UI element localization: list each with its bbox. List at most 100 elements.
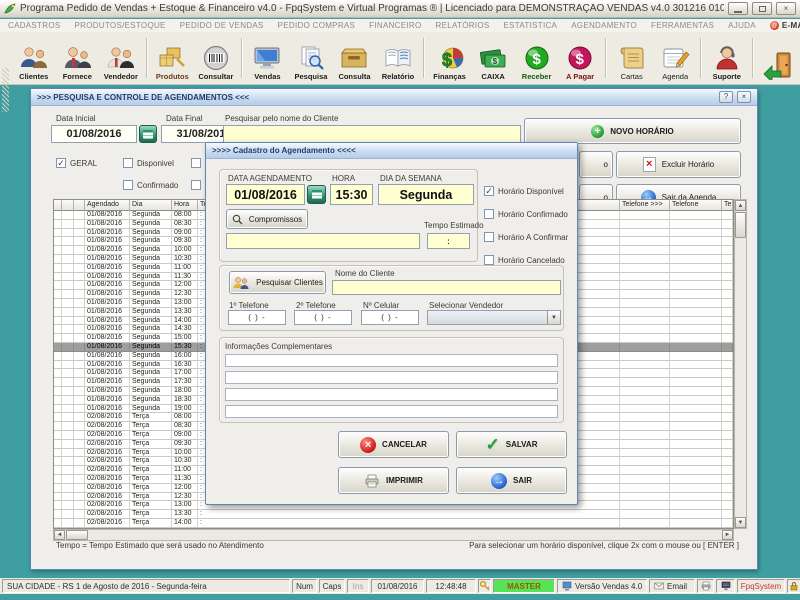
tempo-estimado-field[interactable]: : xyxy=(427,233,470,249)
minimize-button[interactable] xyxy=(728,2,748,15)
products-icon xyxy=(155,45,189,71)
horizontal-scrollbar[interactable]: ◄ ► xyxy=(53,529,734,541)
menu-item[interactable]: CADASTROS xyxy=(8,21,61,30)
window-close-button[interactable]: × xyxy=(737,91,751,103)
status-monitor[interactable] xyxy=(716,579,735,593)
toolbar-button-pesquisa[interactable]: Pesquisa xyxy=(289,34,333,82)
nome-cliente-field[interactable] xyxy=(332,280,561,295)
toolbar-button-relatorio[interactable]: Relatório xyxy=(376,34,420,82)
info-line-3[interactable] xyxy=(225,388,558,401)
table-row[interactable]: 02/08/2016Terça14:00: xyxy=(54,519,733,528)
status-time: 12:48:48 xyxy=(426,579,476,593)
checkbox-horario-confirmado[interactable]: Horário Confirmado xyxy=(484,209,568,219)
toolbar-button-a-pagar[interactable]: $ A Pagar xyxy=(558,34,602,82)
sair-button[interactable]: → SAIR xyxy=(456,467,567,494)
data-inicial-calendar-button[interactable] xyxy=(139,125,157,143)
compromissos-button[interactable]: Compromissos xyxy=(226,209,308,229)
toolbar-button-produtos[interactable]: Produtos xyxy=(151,34,195,82)
column-header-dia[interactable]: Dia xyxy=(130,200,172,211)
menu-item[interactable]: AJUDA xyxy=(728,21,756,30)
status-versao: Versão Vendas 4.0 xyxy=(557,579,647,593)
column-header-agendado[interactable]: Agendado xyxy=(85,200,130,211)
toolbar-button-receber[interactable]: $ Receber xyxy=(515,34,559,82)
tel2-field[interactable]: ( ) - xyxy=(294,310,352,325)
checkbox-horario-cancelado[interactable]: Horário Cancelado xyxy=(484,255,565,265)
info-line-2[interactable] xyxy=(225,371,558,384)
menu-item[interactable]: RELATÓRIOS xyxy=(436,21,490,30)
toolbar-button-financas[interactable]: $ Finanças xyxy=(428,34,472,82)
toolbar-button-vendas[interactable]: Vendas xyxy=(246,34,290,82)
toolbar-button-suporte[interactable]: Suporte xyxy=(705,34,749,82)
checkbox-horario-a-confirmar[interactable]: Horário A Confirmar xyxy=(484,232,568,242)
toolbar-button-consulta[interactable]: Consulta xyxy=(333,34,377,82)
email-icon: @ xyxy=(770,21,779,30)
toolbar-button-consultar[interactable]: Consultar xyxy=(194,34,238,82)
menu-item[interactable]: PEDIDO COMPRAS xyxy=(278,21,356,30)
toolbar-button-vendedor[interactable]: Vendedor xyxy=(99,34,143,82)
menu-item[interactable]: AGENDAMENTO xyxy=(571,21,637,30)
toolbar-button-agenda[interactable]: Agenda xyxy=(653,34,697,82)
checkbox-horario-disponivel[interactable]: ✓ Horário Disponível xyxy=(484,186,564,196)
scroll-up-icon[interactable]: ▲ xyxy=(735,200,746,211)
delete-icon: × xyxy=(643,157,656,172)
partially-hidden-button[interactable]: o xyxy=(579,151,613,178)
horizontal-scroll-thumb[interactable] xyxy=(66,530,88,540)
column-header-te[interactable]: Te xyxy=(722,200,733,211)
vendedor-label: Selecionar Vendedor xyxy=(429,301,503,310)
menu-item[interactable]: PRODUTOS/ESTOQUE xyxy=(75,21,166,30)
dialog-calendar-button[interactable] xyxy=(307,185,326,204)
toolbar-button-fornece[interactable]: Fornece xyxy=(56,34,100,82)
tel1-field[interactable]: ( ) - xyxy=(228,310,286,325)
vertical-scrollbar[interactable]: ▲ ▼ xyxy=(734,199,747,529)
compromissos-field[interactable] xyxy=(226,233,420,249)
menu-item[interactable]: ESTATISTICA xyxy=(504,21,558,30)
novo-horario-button[interactable]: + NOVO HORÁRIO xyxy=(524,118,741,144)
toolbar-button-caixa[interactable]: $ CAIXA xyxy=(471,34,515,82)
chevron-down-icon[interactable]: ▼ xyxy=(547,311,560,324)
scroll-right-icon[interactable]: ► xyxy=(722,530,733,540)
menu-item[interactable]: FINANCEIRO xyxy=(369,21,421,30)
close-button[interactable]: × xyxy=(776,2,796,15)
nome-cliente-label: Nome do Cliente xyxy=(335,269,395,278)
monitor-small-icon xyxy=(721,581,731,591)
excluir-horario-button[interactable]: × Excluir Horário xyxy=(616,151,741,178)
imprimir-button[interactable]: IMPRIMIR xyxy=(338,467,449,494)
data-agendamento-field[interactable]: 01/08/2016 xyxy=(226,184,305,205)
vendedor-select[interactable]: ▼ xyxy=(427,310,561,325)
column-header-telefone2[interactable]: Telefone xyxy=(670,200,722,211)
toolbar-button-clientes[interactable]: Clientes xyxy=(12,34,56,82)
hora-field[interactable]: 15:30 xyxy=(330,184,373,205)
menu-item-email[interactable]: @ E-MAIL xyxy=(770,21,800,30)
data-inicial-field[interactable]: 01/08/2016 xyxy=(51,125,137,143)
status-email[interactable]: Email xyxy=(649,579,695,593)
scroll-left-icon[interactable]: ◄ xyxy=(54,530,65,540)
column-header-hora[interactable]: Hora xyxy=(172,200,198,211)
scroll-down-icon[interactable]: ▼ xyxy=(735,517,746,528)
status-user: MASTER xyxy=(493,579,555,593)
restore-button[interactable] xyxy=(752,2,772,15)
svg-text:$: $ xyxy=(532,51,541,68)
info-line-1[interactable] xyxy=(225,354,558,367)
status-ins: Ins xyxy=(347,579,369,593)
help-button[interactable]: ? xyxy=(719,91,733,103)
celular-field[interactable]: ( ) - xyxy=(361,310,419,325)
toolbar-button-cartas[interactable]: Cartas xyxy=(610,34,654,82)
table-row[interactable]: 02/08/2016Terça13:30: xyxy=(54,510,733,519)
toolbar-button-sair-sistema[interactable] xyxy=(757,34,800,82)
info-line-4[interactable] xyxy=(225,405,558,418)
column-header-telefone1[interactable]: Telefone >>> xyxy=(620,200,670,211)
barcode-icon xyxy=(201,45,231,71)
clients-icon xyxy=(17,45,51,71)
status-printer[interactable] xyxy=(697,579,714,593)
cancelar-button[interactable]: × CANCELAR xyxy=(338,431,449,458)
dia-semana-field[interactable]: Segunda xyxy=(378,184,474,205)
checkbox-geral[interactable]: ✓ GERAL xyxy=(56,158,97,168)
vertical-scroll-thumb[interactable] xyxy=(735,212,746,238)
menu-item[interactable]: FERRAMENTAS xyxy=(651,21,714,30)
salvar-button[interactable]: ✓ SALVAR xyxy=(456,431,567,458)
checkbox-confirmado[interactable]: Confirmado xyxy=(123,180,178,190)
calendar-icon xyxy=(312,190,322,199)
checkbox-disponivel[interactable]: Disponivel xyxy=(123,158,174,168)
pesquisar-clientes-button[interactable]: Pesquisar Clientes xyxy=(229,271,326,294)
menu-item[interactable]: PEDIDO DE VENDAS xyxy=(180,21,264,30)
